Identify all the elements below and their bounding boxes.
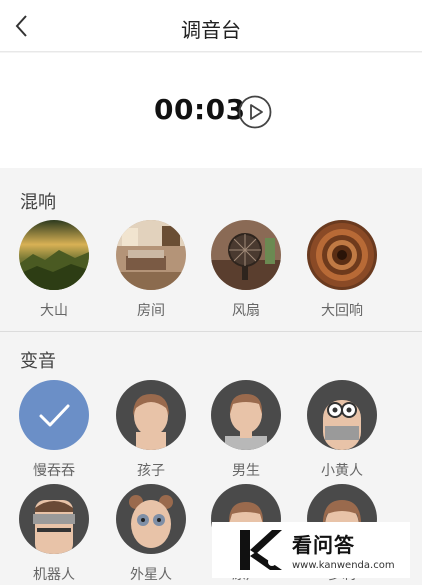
play-button[interactable] [238,95,272,129]
reverb-item-label: 房间 [137,303,165,319]
reverb-item-echo[interactable]: 大回响 [306,220,378,320]
child-avatar[interactable] [116,380,186,450]
reverb-section-label: 混响 [20,192,56,213]
minion-avatar[interactable] [307,380,377,450]
voice-item-label: 小黄人 [321,463,363,479]
voice-item-label: 孩子 [137,463,165,479]
reverb-item-label: 大回响 [321,303,363,319]
section-divider [0,331,422,332]
voice-item-minion[interactable]: 小黄人 [306,380,378,480]
page-title: 调音台 [181,18,241,42]
watermark-logo [240,530,282,570]
top-bar: 调音台 [0,0,422,52]
voice-item-label: 机器人 [33,567,75,583]
voice-item-label: 男生 [232,463,260,479]
alien-avatar[interactable] [116,484,186,554]
robot-avatar[interactable] [19,484,89,554]
voice-item-boy[interactable]: 男生 [210,380,282,480]
reverb-item-fan[interactable]: 风扇 [210,220,282,320]
voice-item-label: 外星人 [130,567,172,583]
player-panel: 00:03 [0,53,422,168]
watermark-url: www.kanwenda.com [292,560,395,571]
watermark-text: 看问答 [292,533,355,557]
voice-item-alien[interactable]: 外星人 [115,484,187,584]
room-thumbnail[interactable] [116,220,186,290]
voice-item-child[interactable]: 孩子 [115,380,187,480]
boy-avatar[interactable] [211,380,281,450]
reverb-item-mountain[interactable]: 大山 [18,220,90,320]
fan-thumbnail[interactable] [211,220,281,290]
mountain-thumbnail[interactable] [19,220,89,290]
reverb-item-room[interactable]: 房间 [115,220,187,320]
voice-item-slow[interactable]: 慢吞吞 [18,380,90,480]
watermark: 看问答 www.kanwenda.com [212,522,410,578]
voice-section-label: 变音 [20,351,56,372]
play-icon [238,95,272,129]
playback-time: 00:03 [154,93,246,126]
spiral-thumbnail[interactable] [307,220,377,290]
voice-item-robot[interactable]: 机器人 [18,484,90,584]
reverb-item-label: 风扇 [232,303,260,319]
slow-voice-thumbnail[interactable] [19,380,89,450]
voice-item-label: 慢吞吞 [33,463,75,479]
reverb-item-label: 大山 [40,303,68,319]
